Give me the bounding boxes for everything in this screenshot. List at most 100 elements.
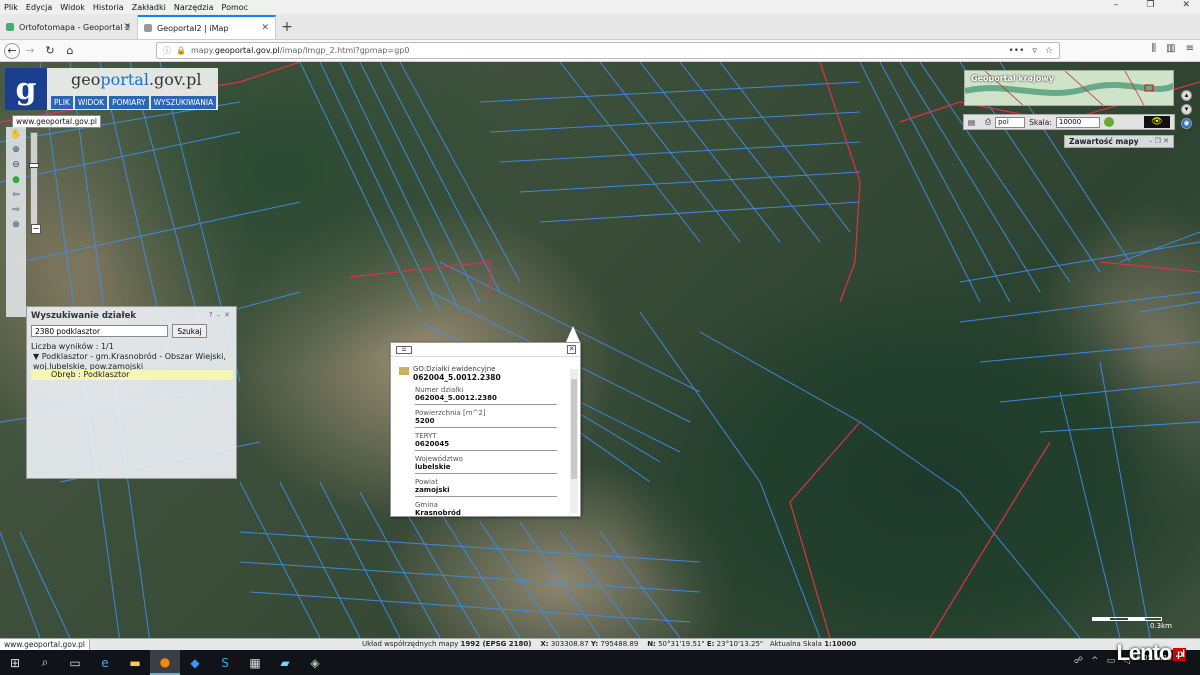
tab-close-icon[interactable]: ✕ — [123, 22, 131, 32]
people-icon[interactable]: ☍ — [1074, 656, 1083, 666]
network-icon[interactable]: ▭ — [1107, 656, 1116, 666]
overview-map[interactable]: Geoportal krajowy — [964, 70, 1174, 106]
menu-plik[interactable]: Plik — [4, 3, 18, 12]
info-icon[interactable]: ⓘ — [163, 45, 171, 56]
parcel-info-popup: ☰ ✕ GO:Działki ewidencyjne 062004_5.0012… — [390, 342, 581, 517]
field-wojewodztwo: Województwo lubelskie — [415, 455, 557, 474]
forward-icon[interactable]: → — [20, 42, 40, 60]
menu-widok-geo[interactable]: WIDOK — [74, 96, 108, 109]
menu-bar: Plik Edycja Widok Historia Zakładki Narz… — [0, 0, 1200, 14]
tab-ortofotomapa[interactable]: Ortofotomapa - Geoportal 2 ✕ — [0, 15, 138, 39]
globe-icon[interactable]: ● — [12, 175, 20, 185]
language-select[interactable]: pol — [995, 116, 1026, 128]
home-icon[interactable]: ⌂ — [60, 42, 80, 60]
hamburger-menu-icon[interactable]: ≡ — [1186, 43, 1194, 54]
menu-plik-geo[interactable]: PLIK — [51, 96, 73, 109]
skype-icon[interactable]: S — [210, 650, 240, 675]
result-subitem[interactable]: Obręb : Podklasztor — [31, 370, 233, 380]
full-extent-icon[interactable]: ⊗ — [12, 220, 20, 230]
calculator-icon[interactable]: ▦ — [240, 650, 270, 675]
panel-title: Wyszukiwanie działek — [31, 311, 137, 321]
help-icon[interactable]: ? — [209, 311, 213, 319]
address-bar[interactable]: ⓘ 🔒 mapy.geoportal.gov.pl/imap/Imgp_2.ht… — [156, 42, 1060, 59]
file-explorer-icon[interactable]: ▬ — [120, 650, 150, 675]
bookmark-star-icon[interactable]: ☆ — [1045, 46, 1053, 56]
tab-close-icon[interactable]: ✕ — [261, 23, 269, 33]
zoom-in-icon[interactable]: ⊕ — [12, 145, 20, 155]
zoom-out-icon[interactable]: ⊖ — [12, 160, 20, 170]
firefox-icon[interactable]: ● — [150, 650, 180, 675]
menu-widok[interactable]: Widok — [60, 3, 85, 12]
tab-label: Ortofotomapa - Geoportal 2 — [19, 22, 131, 32]
minimize-panel-icon[interactable]: – — [217, 311, 221, 319]
popup-scrollbar[interactable] — [570, 369, 578, 513]
popup-body: GO:Działki ewidencyjne 062004_5.0012.238… — [399, 365, 563, 519]
task-view-icon[interactable]: ▭ — [60, 650, 90, 675]
zoom-slider[interactable] — [29, 132, 39, 232]
tab-bar: Ortofotomapa - Geoportal 2 ✕ Geoportal2 … — [0, 14, 1200, 40]
minimize-icon[interactable]: – — [1114, 0, 1119, 10]
notes-icon[interactable]: ▰ — [270, 650, 300, 675]
geoportal-menu: PLIK WIDOK POMIARY WYSZUKIWANIA — [51, 96, 217, 109]
result-count: Liczba wyników : 1/1 — [31, 342, 114, 351]
restore-icon[interactable]: ❐ — [1146, 0, 1154, 10]
arrow-back-icon[interactable]: ⇦ — [12, 190, 20, 200]
menu-edycja[interactable]: Edycja — [26, 3, 52, 12]
search-button[interactable]: Szukaj — [172, 324, 207, 338]
field-powiat: Powiat zamojski — [415, 478, 557, 497]
menu-wyszukiwania[interactable]: WYSZUKIWANIA — [150, 96, 217, 109]
tab-label: Geoportal2 | iMap — [157, 23, 229, 33]
popup-close-icon[interactable]: ✕ — [567, 345, 576, 354]
layer-icon — [399, 367, 409, 375]
parcel-id: 062004_5.0012.2380 — [413, 373, 501, 382]
contents-controls[interactable]: – ❐ ✕ — [1149, 136, 1169, 147]
print-icon[interactable]: ⎙ — [985, 117, 991, 127]
reload-icon[interactable]: ↻ — [40, 42, 60, 60]
scale-input[interactable] — [1055, 116, 1100, 128]
lento-watermark: Lento .pl — [1116, 640, 1186, 665]
result-item[interactable]: ▼ Podklasztor - gm.Krasnobród - Obszar W… — [33, 352, 233, 372]
menu-narzedzia[interactable]: Narzędzia — [174, 3, 214, 12]
list-icon[interactable]: ☰ — [396, 346, 412, 354]
windows-taskbar: ⊞ ⌕ ▭ e ▬ ● ◆ S ▦ ▰ ◈ ☍ ^ ▭ ◁ 19.05.2019 — [0, 650, 1200, 675]
sidebar-icon[interactable]: ▥ — [1166, 43, 1175, 54]
map-canvas[interactable]: g geoportal.gov.pl PLIK WIDOK POMIARY WY… — [0, 62, 1200, 638]
app-icon[interactable]: ◈ — [300, 650, 330, 675]
back-icon[interactable]: ← — [4, 42, 20, 59]
map-toolbar: ✋ ⊕ ⊖ ● ⇦ ⇨ ⊗ — [6, 127, 26, 317]
go-icon[interactable] — [1103, 117, 1114, 127]
menu-pomoc[interactable]: Pomoc — [222, 3, 249, 12]
more-icon[interactable]: ••• — [1008, 46, 1024, 56]
search-icon[interactable]: ⌕ — [30, 650, 60, 675]
chevron-up-icon[interactable]: ^ — [1091, 656, 1099, 666]
close-panel-icon[interactable]: ✕ — [224, 311, 230, 319]
scroll-thumb[interactable] — [571, 379, 577, 479]
parcel-search-input[interactable] — [31, 325, 168, 337]
tab-imap[interactable]: Geoportal2 | iMap ✕ — [138, 15, 276, 39]
menu-pomiary[interactable]: POMIARY — [109, 96, 149, 109]
edge-icon[interactable]: e — [90, 650, 120, 675]
parcel-search-panel: Wyszukiwanie działek ? – ✕ Szukaj Liczba… — [26, 306, 237, 479]
new-tab-button[interactable]: + — [276, 15, 298, 39]
scale-toolbar: ▤ ⎙ pol Skala: 👁 — [963, 114, 1175, 130]
arrow-forward-icon[interactable]: ⇨ — [12, 205, 20, 215]
windows-start-icon[interactable]: ⊞ — [0, 650, 30, 675]
menu-historia[interactable]: Historia — [93, 3, 124, 12]
down-icon[interactable]: ▾ — [1181, 104, 1192, 115]
layers-icon[interactable]: ▤ — [968, 118, 975, 127]
geoportal-logo[interactable]: g — [5, 68, 47, 110]
map-contents-panel[interactable]: Zawartość mapy – ❐ ✕ — [1064, 135, 1174, 148]
zoom-knob[interactable] — [29, 163, 39, 168]
lock-icon[interactable]: 🔒 — [176, 46, 186, 55]
close-window-icon[interactable]: ✕ — [1182, 0, 1190, 10]
menu-zakladki[interactable]: Zakładki — [132, 3, 166, 12]
zoom-minus-button[interactable]: − — [31, 224, 41, 234]
pocket-icon[interactable]: ▿ — [1032, 46, 1037, 56]
library-icon[interactable]: ⫼ — [1152, 43, 1157, 54]
pan-hand-icon[interactable]: ✋ — [10, 130, 21, 140]
eye-icon[interactable]: 👁 — [1144, 116, 1170, 128]
outlook-icon[interactable]: ◆ — [180, 650, 210, 675]
up-icon[interactable]: ▴ — [1181, 90, 1192, 101]
view-icon[interactable]: ◉ — [1181, 118, 1192, 129]
scale-label: Skala: — [1029, 117, 1052, 127]
